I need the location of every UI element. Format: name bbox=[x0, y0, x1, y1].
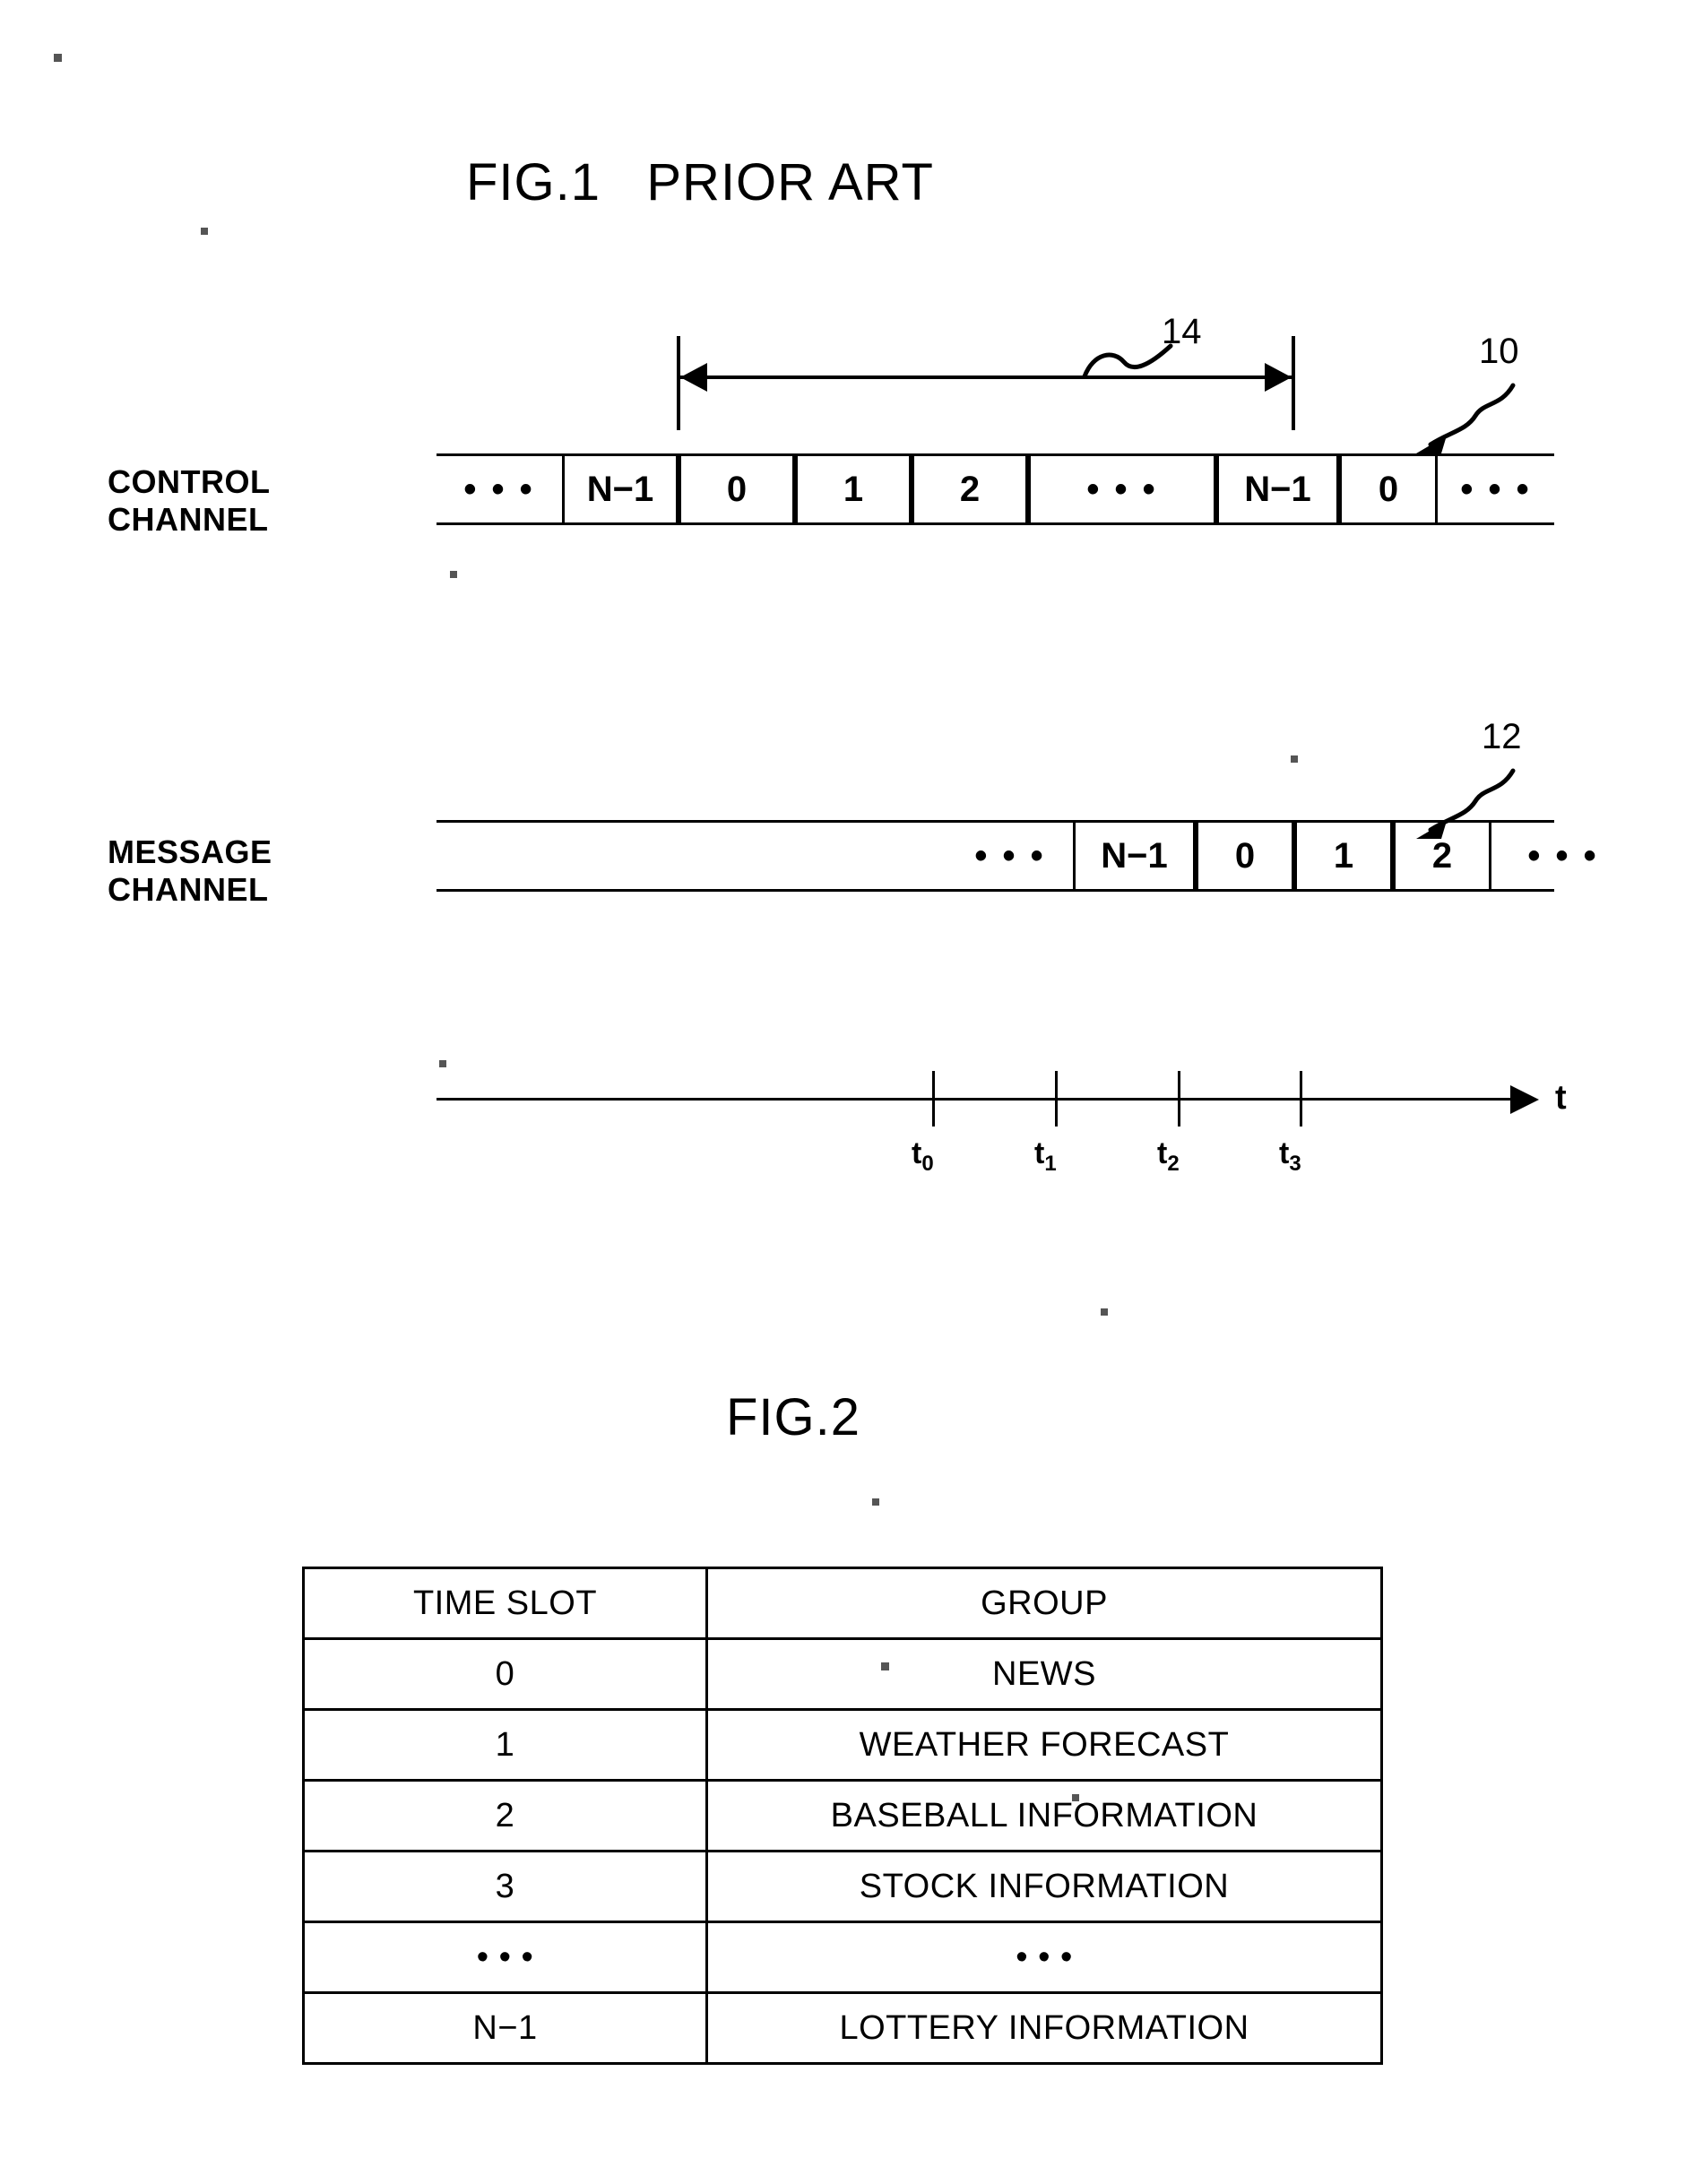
cell-group: LOTTERY INFORMATION bbox=[705, 1991, 1383, 2065]
speck bbox=[1291, 755, 1298, 763]
cell-group: STOCK INFORMATION bbox=[705, 1850, 1383, 1923]
control-channel-strip: • • • N−1 0 1 2 • • • N−1 0 • • • bbox=[437, 453, 1554, 525]
table-row: N−1 LOTTERY INFORMATION bbox=[302, 1991, 1383, 2065]
figure-2-title: FIG.2 bbox=[726, 1388, 861, 1446]
time-tick-label-t1: t1 bbox=[1034, 1136, 1057, 1176]
speck bbox=[201, 228, 208, 235]
leader-squiggle-14 bbox=[1082, 343, 1173, 379]
cell-group: • • • bbox=[705, 1921, 1383, 1994]
table-row: • • • • • • bbox=[302, 1921, 1383, 1994]
table-header-row: TIME SLOT GROUP bbox=[302, 1567, 1383, 1640]
time-slot-group-table: TIME SLOT GROUP 0 NEWS 1 WEATHER FORECAS… bbox=[302, 1567, 1383, 2065]
cell-time-slot: 2 bbox=[302, 1779, 708, 1852]
control-cell-7: 0 bbox=[1339, 453, 1438, 525]
control-channel-label: CONTROL CHANNEL bbox=[108, 463, 271, 538]
control-cell-5: • • • bbox=[1028, 453, 1216, 525]
control-cell-0: • • • bbox=[463, 470, 535, 509]
cell-time-slot: 3 bbox=[302, 1850, 708, 1923]
table-row: 3 STOCK INFORMATION bbox=[302, 1850, 1383, 1923]
frame-span-left-arrowhead bbox=[680, 363, 707, 392]
message-cell-2: 0 bbox=[1196, 820, 1294, 892]
time-axis-line bbox=[437, 1098, 1512, 1101]
message-cell-1: N−1 bbox=[1073, 820, 1196, 892]
cell-group: BASEBALL INFORMATION bbox=[705, 1779, 1383, 1852]
control-cell-1: N−1 bbox=[562, 453, 679, 525]
time-tick-label-t2: t2 bbox=[1157, 1136, 1180, 1176]
time-tick-t3 bbox=[1300, 1071, 1302, 1127]
table-header-group: GROUP bbox=[705, 1567, 1383, 1640]
frame-span-arrow bbox=[677, 336, 1295, 430]
message-cell-0: • • • bbox=[974, 836, 1046, 876]
time-tick-t1 bbox=[1055, 1071, 1058, 1127]
time-tick-label-t3: t3 bbox=[1279, 1136, 1301, 1176]
cell-time-slot: N−1 bbox=[302, 1991, 708, 2065]
speck bbox=[872, 1498, 879, 1506]
speck bbox=[1101, 1308, 1108, 1316]
control-cell-8: • • • bbox=[1460, 470, 1532, 509]
frame-span-right-tick bbox=[1292, 336, 1295, 430]
reference-numeral-10: 10 bbox=[1479, 332, 1519, 371]
table-header-time-slot: TIME SLOT bbox=[302, 1567, 708, 1640]
message-channel-strip: • • • N−1 0 1 2 • • • bbox=[437, 820, 1596, 892]
reference-numeral-12: 12 bbox=[1482, 717, 1522, 756]
table-row: 1 WEATHER FORECAST bbox=[302, 1708, 1383, 1782]
cell-group: WEATHER FORECAST bbox=[705, 1708, 1383, 1782]
table-row: 2 BASEBALL INFORMATION bbox=[302, 1779, 1383, 1852]
time-axis: t0 t1 t2 t3 t bbox=[437, 1057, 1575, 1176]
time-tick-label-t0: t0 bbox=[912, 1136, 934, 1176]
control-cell-2: 0 bbox=[679, 453, 795, 525]
table-row: 0 NEWS bbox=[302, 1637, 1383, 1711]
time-tick-t2 bbox=[1178, 1071, 1180, 1127]
speck bbox=[54, 54, 62, 62]
message-cell-4: 2 bbox=[1393, 820, 1491, 892]
time-axis-label: t bbox=[1555, 1079, 1567, 1117]
message-channel-label: MESSAGE CHANNEL bbox=[108, 833, 272, 908]
cell-time-slot: 1 bbox=[302, 1708, 708, 1782]
frame-span-shaft bbox=[680, 376, 1292, 379]
cell-time-slot: 0 bbox=[302, 1637, 708, 1711]
cell-group: NEWS bbox=[705, 1637, 1383, 1711]
control-cell-6: N−1 bbox=[1216, 453, 1339, 525]
control-cell-4: 2 bbox=[912, 453, 1028, 525]
control-cell-3: 1 bbox=[795, 453, 912, 525]
time-tick-t0 bbox=[932, 1071, 935, 1127]
cell-time-slot: • • • bbox=[302, 1921, 708, 1994]
time-axis-arrowhead bbox=[1510, 1085, 1539, 1114]
speck bbox=[450, 571, 457, 578]
message-cell-3: 1 bbox=[1294, 820, 1393, 892]
frame-span-right-arrowhead bbox=[1265, 363, 1292, 392]
patent-figure-page: FIG.1 PRIOR ART 14 10 CONTROL CHANNEL • … bbox=[0, 0, 1703, 2184]
message-cell-5: • • • bbox=[1527, 836, 1599, 876]
figure-1-title: FIG.1 PRIOR ART bbox=[466, 153, 934, 211]
